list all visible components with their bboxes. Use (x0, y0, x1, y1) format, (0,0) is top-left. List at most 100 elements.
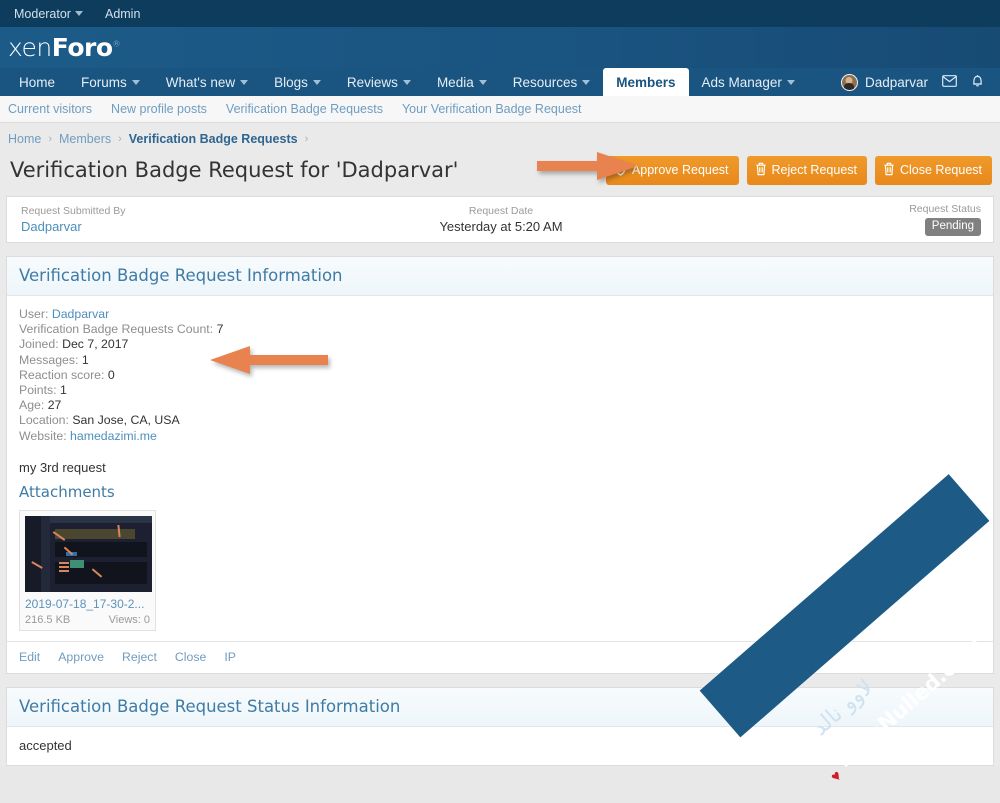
detail-key: Age: (19, 398, 45, 413)
bell-icon[interactable] (971, 74, 984, 90)
nav-label: Ads Manager (701, 74, 782, 90)
breadcrumb-item-home[interactable]: Home (8, 132, 41, 146)
status-information-block: Verification Badge Request Status Inform… (6, 686, 994, 766)
action-button-group: Approve Request Reject Request Close Req… (605, 155, 992, 185)
detail-key: Joined: (19, 337, 59, 352)
admin-bar-admin-label: Admin (104, 6, 141, 21)
request-information-body: User: Dadparvar Verification Badge Reque… (7, 296, 993, 641)
chevron-right-icon: › (48, 133, 53, 145)
detail-row-age: Age: 27 (19, 398, 981, 413)
nav-item-home[interactable]: Home (6, 68, 68, 96)
chevron-down-icon (786, 79, 795, 85)
detail-value: Dec 7, 2017 (62, 337, 129, 352)
chevron-right-icon: › (304, 133, 309, 145)
request-status-cell: Request Status Pending (661, 203, 993, 236)
nav-item-resources[interactable]: Resources (500, 68, 604, 96)
logo-prefix: xen (8, 33, 52, 62)
detail-key: User: (19, 307, 49, 321)
detail-value-user-link[interactable]: Dadparvar (52, 307, 109, 321)
site-logo[interactable]: xenForo® (8, 33, 120, 62)
detail-value-website-link[interactable]: hamedazimi.me (70, 429, 157, 443)
chevron-down-icon (402, 79, 411, 85)
nav-right-group: Dadparvar (840, 68, 1000, 96)
nav-user-name: Dadparvar (864, 74, 928, 90)
nav-label: Resources (512, 74, 578, 90)
trash-icon (883, 162, 895, 179)
main-navigation: Home Forums What's new Blogs Reviews Med… (0, 68, 1000, 96)
request-information-block: Verification Badge Request Information U… (6, 256, 994, 674)
detail-key: Messages: (19, 352, 79, 367)
page-title: Verification Badge Request for 'Dadparva… (10, 158, 459, 182)
request-date-value: Yesterday at 5:20 AM (439, 218, 563, 234)
detail-value: San Jose, CA, USA (72, 413, 180, 428)
logo-bar: xenForo® (0, 27, 1000, 68)
nav-item-media[interactable]: Media (424, 68, 500, 96)
detail-value: 1 (60, 383, 67, 398)
detail-key: Reaction score: (19, 367, 105, 382)
admin-bar-item-admin[interactable]: Admin (105, 7, 140, 21)
nav-item-forums[interactable]: Forums (68, 68, 153, 96)
nav-label: What's new (165, 74, 236, 90)
chevron-down-icon (582, 79, 591, 85)
link-edit[interactable]: Edit (19, 650, 40, 664)
breadcrumb-item-members[interactable]: Members (59, 132, 111, 146)
detail-key: Location: (19, 413, 69, 428)
attachment-filename[interactable]: 2019-07-18_17-30-2... (25, 597, 150, 611)
subnav-item-new-profile-posts[interactable]: New profile posts (111, 102, 207, 116)
nav-label: Reviews (346, 74, 398, 90)
registered-trademark-icon: ® (112, 39, 121, 49)
detail-row-website: Website: hamedazimi.me (19, 429, 981, 444)
link-close[interactable]: Close (175, 650, 206, 664)
request-submitted-by-value: Dadparvar (21, 218, 341, 235)
subnav-item-current-visitors[interactable]: Current visitors (8, 102, 92, 116)
status-badge: Pending (924, 218, 981, 236)
detail-value: 0 (107, 367, 115, 382)
link-ip[interactable]: IP (224, 650, 236, 664)
trash-icon (755, 162, 767, 179)
shield-check-icon (614, 161, 627, 179)
chevron-down-icon (74, 11, 83, 16)
nav-item-members[interactable]: Members (603, 68, 689, 96)
submitted-by-user-link[interactable]: Dadparvar (21, 219, 82, 234)
nav-item-blogs[interactable]: Blogs (261, 68, 334, 96)
attachment-meta: 216.5 KB Views: 0 (25, 614, 150, 626)
request-message: my 3rd request (19, 459, 106, 475)
attachment-thumbnail[interactable] (25, 515, 152, 592)
detail-value: 27 (47, 398, 62, 413)
chevron-down-icon (478, 79, 487, 85)
reject-request-button[interactable]: Reject Request (746, 155, 867, 185)
request-action-links: Edit Approve Reject Close IP (7, 640, 993, 673)
attachment-card[interactable]: 2019-07-18_17-30-2... 216.5 KB Views: 0 (19, 509, 156, 631)
attachment-views: Views: 0 (108, 613, 150, 626)
link-approve[interactable]: Approve (58, 650, 104, 664)
nav-item-whats-new[interactable]: What's new (153, 68, 261, 96)
envelope-icon[interactable] (942, 75, 957, 89)
close-request-button[interactable]: Close Request (875, 155, 992, 185)
approve-request-label: Approve Request (631, 163, 729, 177)
detail-row-requests-count: Verification Badge Requests Count: 7 (19, 322, 981, 337)
breadcrumb: Home › Members › Verification Badge Requ… (0, 123, 1000, 150)
breadcrumb-item-verification-badge-requests[interactable]: Verification Badge Requests (129, 132, 298, 146)
admin-bar-moderator-label: Moderator (14, 6, 71, 21)
request-status-label: Request Status (909, 203, 981, 215)
detail-row-reaction-score: Reaction score: 0 (19, 368, 981, 383)
request-information-header: Verification Badge Request Information (7, 257, 993, 296)
detail-row-user: User: Dadparvar (19, 307, 981, 322)
request-submitted-by-label: Request Submitted By (21, 204, 126, 217)
attachments-title: Attachments (19, 482, 115, 501)
chevron-down-icon (131, 79, 140, 85)
detail-row-points: Points: 1 (19, 383, 981, 398)
subnav-item-your-verification-badge-request[interactable]: Your Verification Badge Request (402, 102, 582, 116)
nav-user-menu[interactable]: Dadparvar (840, 73, 928, 91)
nav-item-ads-manager[interactable]: Ads Manager (689, 68, 808, 96)
nav-item-reviews[interactable]: Reviews (334, 68, 424, 96)
subnav-item-verification-badge-requests[interactable]: Verification Badge Requests (226, 102, 383, 116)
nav-label: Forums (81, 74, 127, 90)
approve-request-button[interactable]: Approve Request (605, 155, 739, 185)
detail-row-joined: Joined: Dec 7, 2017 (19, 337, 981, 352)
admin-bar-item-moderator[interactable]: Moderator (14, 7, 83, 21)
chevron-right-icon: › (118, 133, 122, 145)
reject-request-label: Reject Request (771, 163, 857, 177)
link-reject[interactable]: Reject (122, 650, 157, 664)
status-information-value: accepted (19, 737, 72, 753)
